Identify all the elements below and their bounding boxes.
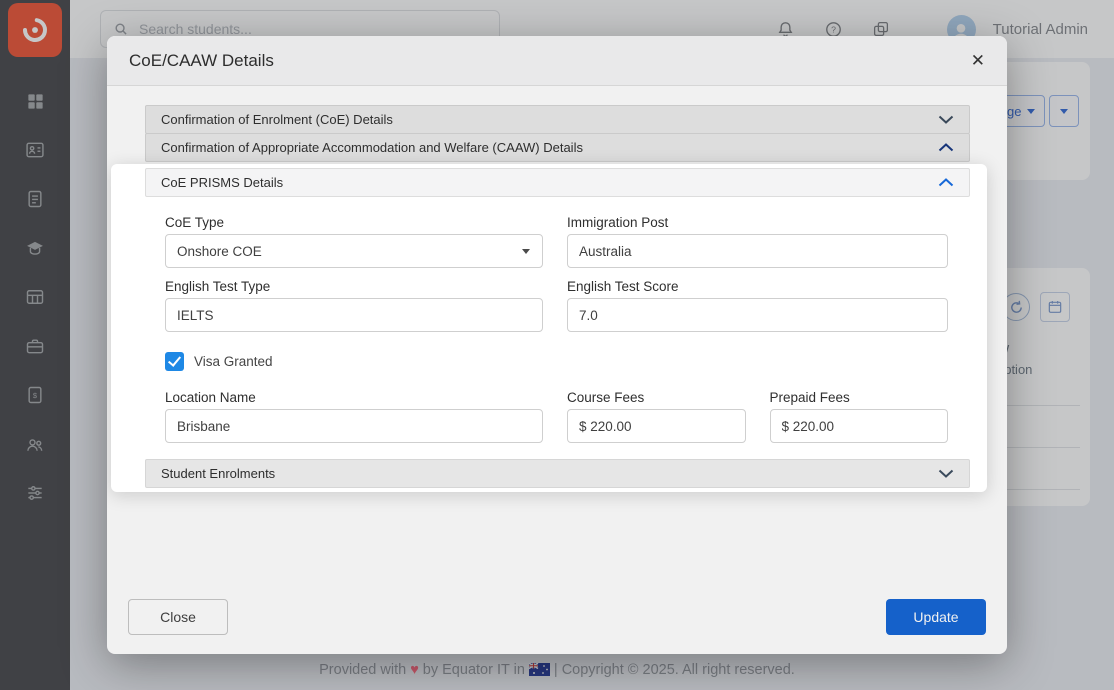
immigration-post-field: Immigration Post [567,216,948,268]
english-test-score-field: English Test Score [567,280,948,332]
visa-granted-label: Visa Granted [194,354,273,369]
chevron-up-icon [938,143,954,152]
english-test-type-input[interactable] [165,298,543,332]
close-button[interactable]: Close [128,599,228,635]
chevron-up-icon [938,178,954,187]
coe-caaw-details-modal: CoE/CAAW Details ✕ Confirmation of Enrol… [107,36,1007,654]
update-button[interactable]: Update [886,599,986,635]
location-name-label: Location Name [165,391,543,405]
accordion-label: Confirmation of Appropriate Accommodatio… [161,140,583,155]
immigration-post-input[interactable] [567,234,948,268]
accordion-label: Student Enrolments [161,466,275,481]
english-test-score-input[interactable] [567,298,948,332]
modal-body: Confirmation of Enrolment (CoE) Details … [107,86,1007,492]
english-test-type-label: English Test Type [165,280,543,294]
coe-type-value: Onshore COE [177,244,262,259]
visa-granted-field: Visa Granted [165,352,948,371]
course-fees-input[interactable] [567,409,746,443]
english-test-type-field: English Test Type [165,280,543,332]
prepaid-fees-field: Prepaid Fees [770,391,949,443]
accordion-coe-details[interactable]: Confirmation of Enrolment (CoE) Details [145,105,970,134]
close-icon[interactable]: ✕ [971,52,985,69]
accordion-caaw-details[interactable]: Confirmation of Appropriate Accommodatio… [145,133,970,162]
coe-type-field: CoE Type Onshore COE [165,216,543,268]
immigration-post-label: Immigration Post [567,216,948,230]
coe-type-label: CoE Type [165,216,543,230]
coe-type-select[interactable]: Onshore COE [165,234,543,268]
location-name-input[interactable] [165,409,543,443]
accordion-label: Confirmation of Enrolment (CoE) Details [161,112,393,127]
location-name-field: Location Name [165,391,543,443]
prepaid-fees-label: Prepaid Fees [770,391,949,405]
prepaid-fees-input[interactable] [770,409,949,443]
modal-header: CoE/CAAW Details ✕ [107,36,1007,86]
accordion-coe-prisms-details[interactable]: CoE PRISMS Details [145,168,970,197]
accordion-student-enrolments[interactable]: Student Enrolments [145,459,970,488]
prisms-form: CoE Type Onshore COE Immigration Post En… [145,197,970,459]
modal-title: CoE/CAAW Details [129,51,274,71]
visa-granted-checkbox[interactable] [165,352,184,371]
accordion-label: CoE PRISMS Details [161,175,283,190]
course-fees-field: Course Fees [567,391,746,443]
chevron-down-icon [938,469,954,478]
modal-footer: Close Update [128,599,986,635]
chevron-down-icon [938,115,954,124]
caret-down-icon [522,249,530,254]
english-test-score-label: English Test Score [567,280,948,294]
course-fees-label: Course Fees [567,391,746,405]
tutorial-spotlight: CoE PRISMS Details CoE Type Onshore COE [111,164,987,492]
